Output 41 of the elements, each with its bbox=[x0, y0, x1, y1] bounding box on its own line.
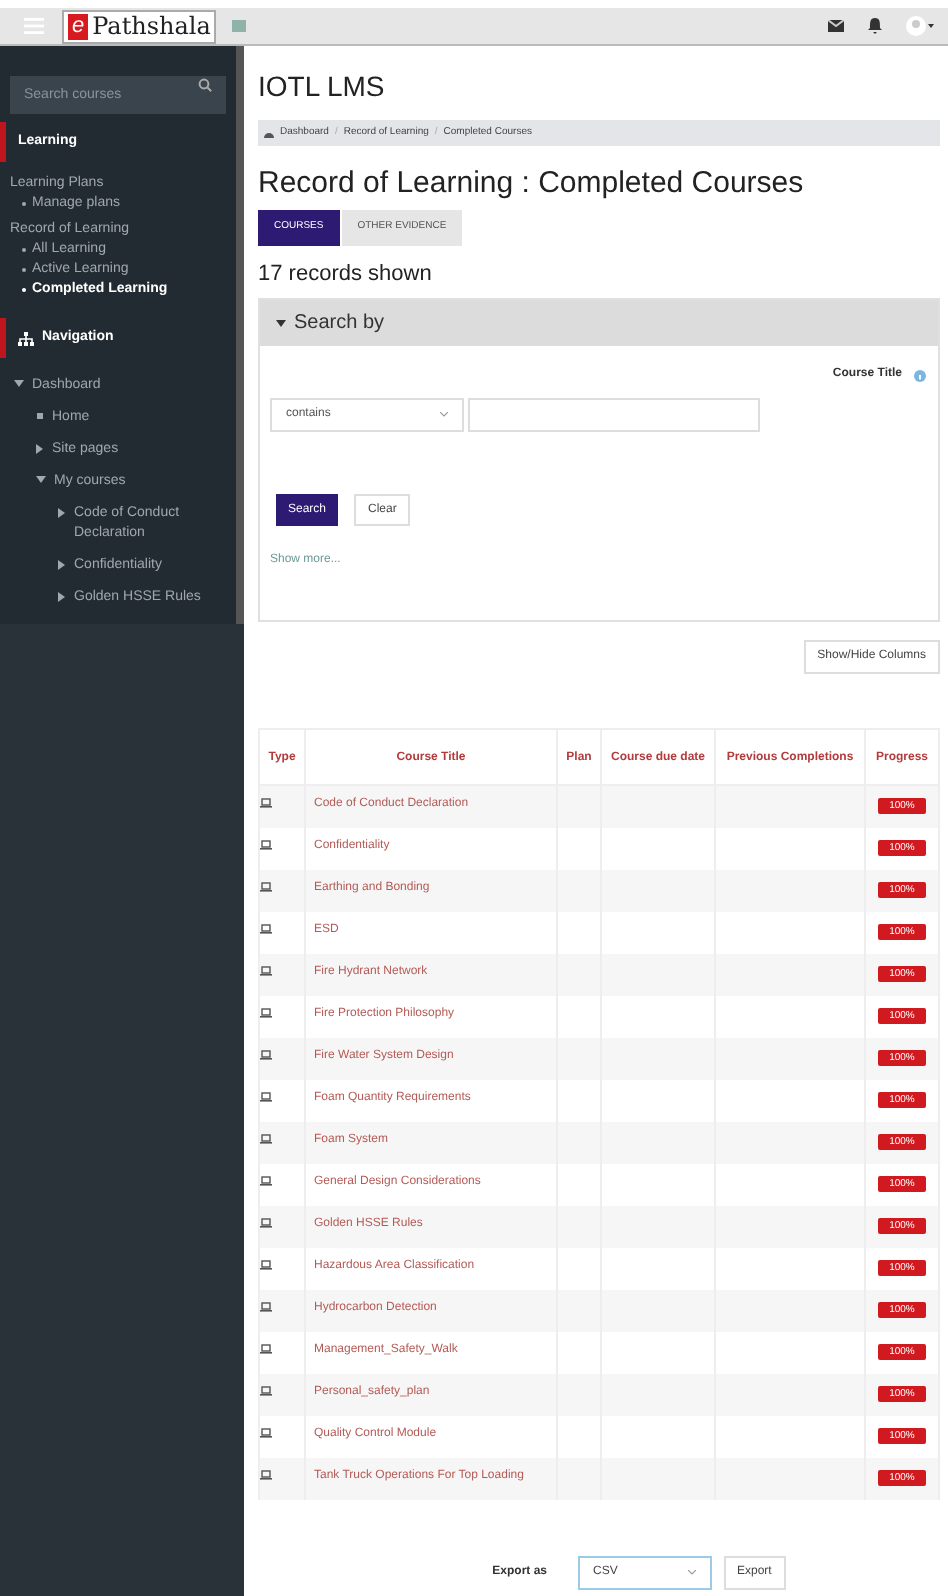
laptop-icon bbox=[260, 1007, 272, 1017]
laptop-icon bbox=[260, 1049, 272, 1059]
caret-down-icon[interactable] bbox=[14, 380, 24, 388]
avatar-icon[interactable] bbox=[906, 16, 936, 36]
laptop-icon bbox=[260, 965, 272, 975]
dashboard-icon bbox=[264, 129, 274, 137]
laptop-icon bbox=[260, 1175, 272, 1185]
logo-letter: e bbox=[68, 13, 89, 39]
search-icon[interactable] bbox=[198, 78, 212, 92]
caret-right-icon[interactable] bbox=[36, 444, 44, 454]
mail-icon[interactable] bbox=[828, 20, 844, 32]
page-heading: Record of Learning : Completed Courses bbox=[258, 164, 806, 202]
laptop-icon bbox=[260, 1259, 272, 1269]
caret-right-icon[interactable] bbox=[58, 560, 66, 570]
laptop-icon bbox=[260, 1469, 272, 1479]
site-title: IOTL LMS bbox=[258, 68, 387, 106]
search-field[interactable] bbox=[468, 398, 760, 432]
laptop-icon bbox=[260, 1427, 272, 1437]
laptop-icon bbox=[260, 881, 272, 891]
laptop-icon bbox=[260, 1343, 272, 1353]
caret-down-icon bbox=[276, 319, 286, 327]
caret-right-icon[interactable] bbox=[58, 508, 66, 518]
site-logo[interactable]: e Pathshala bbox=[62, 9, 217, 43]
sitemap-icon bbox=[18, 331, 34, 345]
laptop-icon bbox=[260, 798, 272, 808]
laptop-icon bbox=[260, 1217, 272, 1227]
laptop-icon bbox=[260, 1385, 272, 1395]
laptop-icon bbox=[260, 839, 272, 849]
laptop-icon bbox=[260, 1091, 272, 1101]
chevron-down-icon bbox=[440, 412, 448, 418]
laptop-icon bbox=[260, 1133, 272, 1143]
laptop-icon bbox=[260, 1301, 272, 1311]
square-bullet-icon bbox=[36, 412, 44, 420]
panel-toggle[interactable]: Search by bbox=[260, 300, 938, 346]
laptop-icon bbox=[260, 923, 272, 933]
bell-icon[interactable] bbox=[868, 18, 882, 34]
caret-down-icon[interactable] bbox=[36, 476, 46, 484]
logo-text: Pathshala bbox=[92, 12, 211, 40]
chevron-down-icon bbox=[687, 1569, 695, 1575]
record-count: 17 records shown bbox=[258, 260, 434, 290]
caret-right-icon[interactable] bbox=[58, 592, 66, 602]
